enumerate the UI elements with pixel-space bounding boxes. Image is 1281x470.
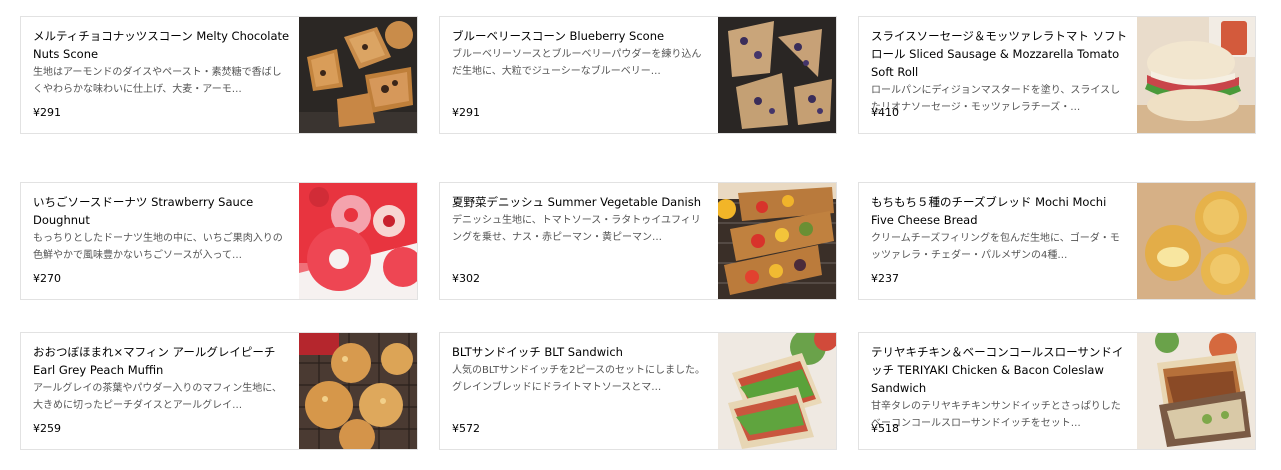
menu-item-description: ロールパンにディジョンマスタードを塗り、スライスしたリオナソーセージ・モッツァレ… xyxy=(871,85,1121,113)
menu-item-title: テリヤキチキン＆ベーコンコールスローサンドイッチ TERIYAKI Chicke… xyxy=(871,345,1124,395)
doughnut-image xyxy=(299,183,417,299)
menu-item-title: いちごソースドーナツ Strawberry Sauce Doughnut xyxy=(33,195,254,227)
menu-item-price: ¥572 xyxy=(452,422,480,435)
menu-item-price: ¥518 xyxy=(871,422,899,435)
menu-item-text: スライスソーセージ＆モッツァレラトマト ソフトロール Sliced Sausag… xyxy=(871,27,1129,125)
menu-item-title: ブルーベリースコーン Blueberry Scone xyxy=(452,29,665,43)
cheese-bread-image xyxy=(1137,183,1255,299)
blueberry-scone-image xyxy=(718,17,836,133)
menu-item-description: ブルーベリーソースとブルーベリーパウダーを練り込んだ生地に、大粒でジューシーなブ… xyxy=(452,49,702,77)
menu-item-title: おおつぼほまれ×マフィン アールグレイピーチ Earl Grey Peach M… xyxy=(33,345,276,377)
menu-item-card[interactable]: スライスソーセージ＆モッツァレラトマト ソフトロール Sliced Sausag… xyxy=(858,16,1256,134)
menu-grid: メルティチョコナッツスコーン Melty Chocolate Nuts Scon… xyxy=(0,0,1281,470)
menu-item-description: アールグレイの茶葉やパウダー入りのマフィン生地に、大きめに切ったピーチダイスとア… xyxy=(33,383,282,411)
menu-item-text: ブルーベリースコーン Blueberry Scone ブルーベリーソースとブルー… xyxy=(452,27,710,125)
menu-item-price: ¥302 xyxy=(452,272,480,285)
blt-sandwich-image xyxy=(718,333,836,449)
menu-item-title: スライスソーセージ＆モッツァレラトマト ソフトロール Sliced Sausag… xyxy=(871,29,1128,79)
menu-item-card[interactable]: ブルーベリースコーン Blueberry Scone ブルーベリーソースとブルー… xyxy=(439,16,837,134)
menu-item-text: おおつぼほまれ×マフィン アールグレイピーチ Earl Grey Peach M… xyxy=(33,343,291,441)
menu-item-price: ¥270 xyxy=(33,272,61,285)
menu-item-description: 人気のBLTサンドイッチを2ピースのセットにしました。グレインブレッドにドライト… xyxy=(452,365,706,393)
menu-item-price: ¥291 xyxy=(33,106,61,119)
scone-image xyxy=(299,17,417,133)
danish-image xyxy=(718,183,836,299)
menu-item-title: BLTサンドイッチ BLT Sandwich xyxy=(452,345,623,359)
menu-item-price: ¥237 xyxy=(871,272,899,285)
teriyaki-sandwich-image xyxy=(1137,333,1255,449)
menu-item-text: テリヤキチキン＆ベーコンコールスローサンドイッチ TERIYAKI Chicke… xyxy=(871,343,1129,441)
menu-item-description: クリームチーズフィリングを包んだ生地に、ゴーダ・モッツァレラ・チェダー・パルメザ… xyxy=(871,233,1120,261)
menu-item-description: もっちりとしたドーナツ生地の中に、いちご果肉入りの色鮮やかで風味豊かないちごソー… xyxy=(33,233,283,261)
menu-item-description: デニッシュ生地に、トマトソース・ラタトゥイユフィリングを乗せ、ナス・赤ピーマン・… xyxy=(452,215,701,243)
menu-item-price: ¥259 xyxy=(33,422,61,435)
muffin-image xyxy=(299,333,417,449)
menu-item-card[interactable]: おおつぼほまれ×マフィン アールグレイピーチ Earl Grey Peach M… xyxy=(20,332,418,450)
menu-item-title: メルティチョコナッツスコーン Melty Chocolate Nuts Scon… xyxy=(33,29,290,61)
menu-item-card[interactable]: メルティチョコナッツスコーン Melty Chocolate Nuts Scon… xyxy=(20,16,418,134)
menu-item-description: 生地はアーモンドのダイスやペースト・素焚糖で香ばしくやわらかな味わいに仕上げ、大… xyxy=(33,67,282,95)
menu-item-text: BLTサンドイッチ BLT Sandwich 人気のBLTサンドイッチを2ピース… xyxy=(452,343,710,441)
menu-item-text: メルティチョコナッツスコーン Melty Chocolate Nuts Scon… xyxy=(33,27,291,125)
menu-item-title: もちもち５種のチーズブレッド Mochi Mochi Five Cheese B… xyxy=(871,195,1107,227)
menu-item-price: ¥291 xyxy=(452,106,480,119)
menu-item-title: 夏野菜デニッシュ Summer Vegetable Danish xyxy=(452,195,701,209)
menu-item-card[interactable]: もちもち５種のチーズブレッド Mochi Mochi Five Cheese B… xyxy=(858,182,1256,300)
menu-item-card[interactable]: いちごソースドーナツ Strawberry Sauce Doughnut もっち… xyxy=(20,182,418,300)
menu-item-card[interactable]: 夏野菜デニッシュ Summer Vegetable Danish デニッシュ生地… xyxy=(439,182,837,300)
soft-roll-image xyxy=(1137,17,1255,133)
menu-item-text: いちごソースドーナツ Strawberry Sauce Doughnut もっち… xyxy=(33,193,291,291)
menu-item-card[interactable]: BLTサンドイッチ BLT Sandwich 人気のBLTサンドイッチを2ピース… xyxy=(439,332,837,450)
menu-item-text: もちもち５種のチーズブレッド Mochi Mochi Five Cheese B… xyxy=(871,193,1129,291)
menu-item-description: 甘辛タレのテリヤキチキンサンドイッチとさっぱりしたベーコンコールスローサンドイッ… xyxy=(871,401,1121,429)
menu-item-price: ¥410 xyxy=(871,106,899,119)
menu-item-text: 夏野菜デニッシュ Summer Vegetable Danish デニッシュ生地… xyxy=(452,193,710,291)
menu-item-card[interactable]: テリヤキチキン＆ベーコンコールスローサンドイッチ TERIYAKI Chicke… xyxy=(858,332,1256,450)
